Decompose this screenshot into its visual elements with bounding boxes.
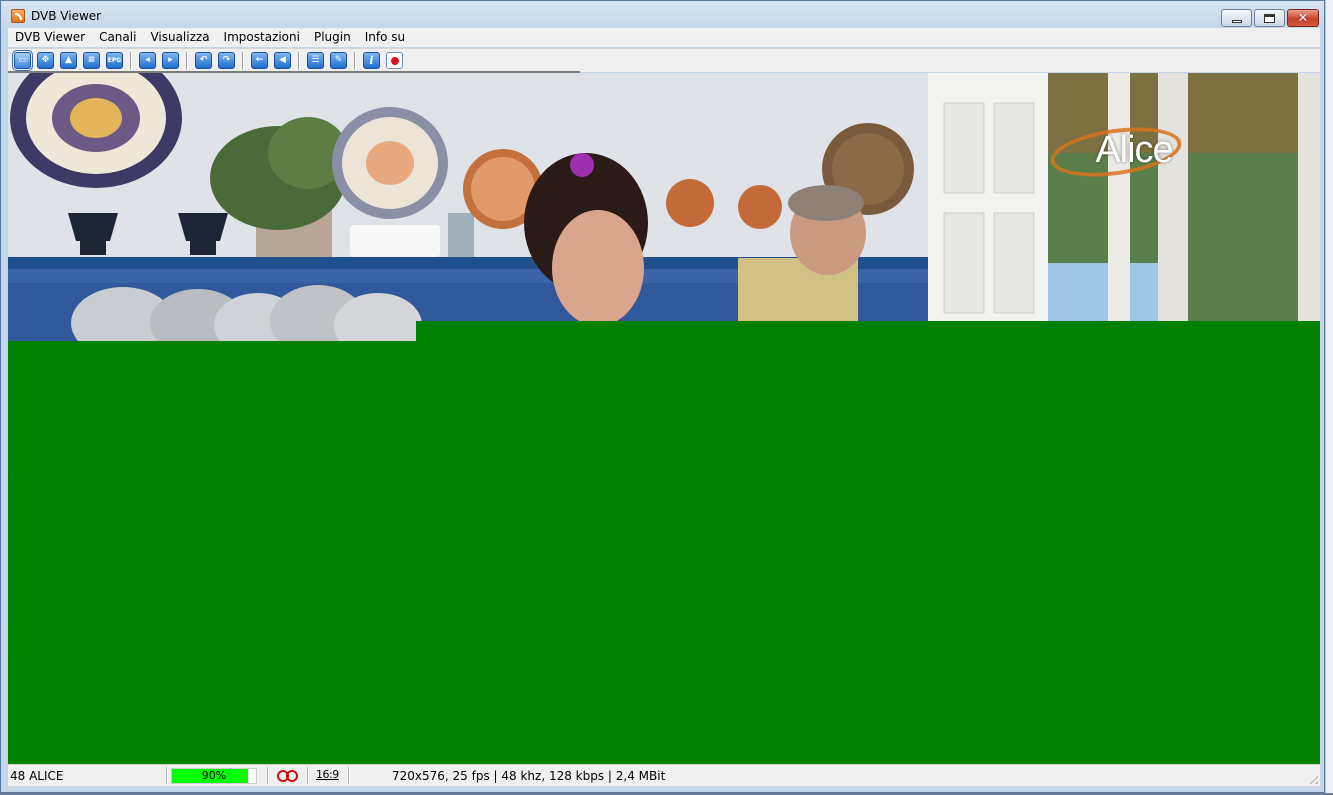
status-divider (307, 767, 309, 784)
move-icon[interactable]: ✥ (37, 52, 54, 69)
signal-strength-bar: 90% (171, 768, 257, 784)
toolbar-separator (298, 51, 300, 70)
video-area[interactable]: Alice (8, 73, 1320, 764)
back-icon[interactable]: ↶ (195, 52, 212, 69)
epg-icon[interactable]: EPG (106, 52, 123, 69)
toolbar-separator (186, 51, 188, 70)
channel-next-icon[interactable]: ▸ (162, 52, 179, 69)
toolbar-separator (242, 51, 244, 70)
title-bar[interactable]: DVB Viewer ✕ (1, 1, 1324, 29)
channel-list-icon[interactable]: ☰ (307, 52, 324, 69)
minimize-icon (1231, 19, 1242, 23)
maximize-button[interactable] (1254, 9, 1285, 27)
status-channel: 48 ALICE (10, 769, 64, 783)
maximize-icon (1264, 13, 1275, 23)
menu-dvb-viewer[interactable]: DVB Viewer (8, 28, 92, 47)
forward-icon[interactable]: ↷ (218, 52, 235, 69)
aspect-ratio[interactable]: 16:9 (316, 768, 339, 781)
info-icon[interactable]: i (363, 52, 380, 69)
menu-plugin[interactable]: Plugin (307, 28, 358, 47)
close-button[interactable]: ✕ (1287, 9, 1319, 27)
resize-grip[interactable] (1306, 772, 1318, 784)
settings-icon[interactable]: ✎ (330, 52, 347, 69)
stereo-icon[interactable] (277, 769, 299, 783)
menu-visualizza[interactable]: Visualizza (143, 28, 216, 47)
status-bar: 48 ALICE 90% 16:9 720x576, 25 fps | 48 k… (8, 764, 1320, 786)
menu-impostazioni[interactable]: Impostazioni (217, 28, 307, 47)
status-divider (166, 767, 168, 784)
minimize-button[interactable] (1221, 9, 1252, 27)
status-divider (348, 767, 350, 784)
picture-icon[interactable]: ▲ (60, 52, 77, 69)
list-icon[interactable]: ≡ (83, 52, 100, 69)
window-title: DVB Viewer (31, 9, 102, 23)
channel-prev-icon[interactable]: ◂ (139, 52, 156, 69)
toolbar-separator (354, 51, 356, 70)
window-edge (1325, 0, 1333, 795)
channel-logo-text: Alice (1095, 128, 1173, 171)
stream-info: 720x576, 25 fps | 48 khz, 128 kbps | 2,4… (392, 769, 666, 783)
channel-logo: Alice (1047, 120, 1198, 184)
left-arrow-icon[interactable]: ← (251, 52, 268, 69)
close-icon: ✕ (1297, 10, 1309, 26)
menu-bar: DVB Viewer Canali Visualizza Impostazion… (8, 28, 1320, 47)
record-icon[interactable] (386, 52, 403, 69)
app-icon[interactable] (11, 9, 25, 23)
status-divider (267, 767, 269, 784)
fullscreen-icon[interactable]: ▭ (12, 50, 33, 71)
toolbar-separator (130, 51, 132, 70)
toolbar: ▭ ✥ ▲ ≡ EPG ◂ ▸ ↶ ↷ ← ◀ ☰ ✎ i (8, 48, 1320, 72)
volume-icon[interactable]: ◀ (274, 52, 291, 69)
menu-info-su[interactable]: Info su (358, 28, 412, 47)
menu-canali[interactable]: Canali (92, 28, 143, 47)
video-frame (8, 73, 1320, 341)
signal-percent: 90% (201, 769, 227, 782)
